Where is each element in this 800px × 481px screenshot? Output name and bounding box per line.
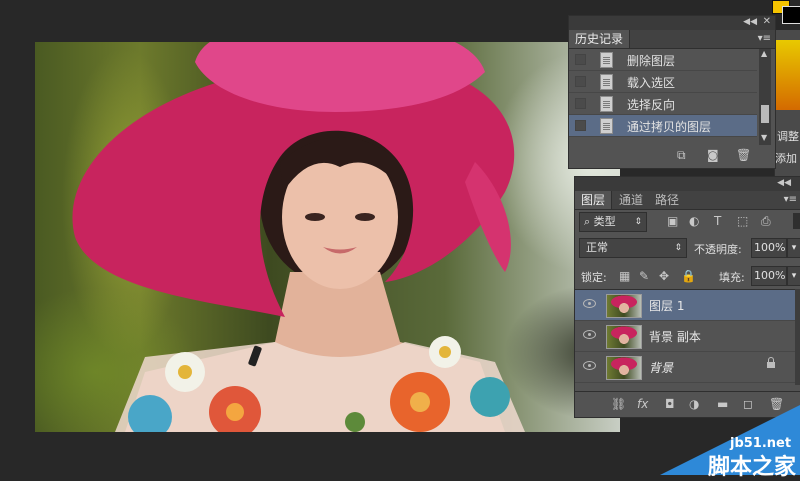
smart-object-filter-icon[interactable]: ⎙ <box>761 215 771 227</box>
document-icon <box>600 74 613 90</box>
tab-paths[interactable]: 路径 <box>649 191 685 209</box>
panel-menu-icon[interactable]: ▾≡ <box>784 194 797 205</box>
watermark-brand: 脚本之家 <box>708 455 797 480</box>
scroll-down-icon[interactable]: ▼ <box>761 133 767 142</box>
fill-value: 100% <box>754 269 786 282</box>
layer-name[interactable]: 背景 <box>649 359 673 376</box>
lock-all-icon[interactable]: 🔒 <box>681 270 696 282</box>
history-item-label: 选择反向 <box>627 98 676 112</box>
document-icon <box>600 52 613 68</box>
layer-filter-select[interactable]: ⌕ 类型 ⇕ <box>579 212 647 232</box>
layers-panel: ◀◀ 图层 通道 路径 ▾≡ ⌕ 类型 ⇕ ▣ ◐ T ⬚ ⎙ 正常 ⇕ 不透明… <box>574 176 800 418</box>
visibility-eye-icon[interactable] <box>583 330 596 339</box>
close-icon[interactable]: ✕ <box>763 16 771 27</box>
history-item-selected[interactable]: 通过拷贝的图层 <box>569 115 757 137</box>
photo-image <box>72 42 525 432</box>
layer-row[interactable]: 背景 <box>575 352 795 383</box>
adjustment-filter-icon[interactable]: ◐ <box>689 215 699 227</box>
layer-thumbnail <box>606 325 642 349</box>
scrollbar-thumb[interactable] <box>761 105 769 123</box>
fill-input[interactable]: 100% <box>751 266 787 286</box>
pixel-filter-icon[interactable]: ▣ <box>667 215 678 227</box>
history-item-label: 删除图层 <box>627 54 676 68</box>
layer-row[interactable]: 背景 副本 <box>575 321 795 352</box>
lock-image-pixels-icon[interactable]: ✎ <box>639 270 649 282</box>
search-icon: ⌕ <box>584 215 591 228</box>
visibility-eye-icon[interactable] <box>583 299 596 308</box>
background-color-swatch[interactable] <box>782 6 800 24</box>
lock-position-icon[interactable]: ✥ <box>659 270 669 282</box>
history-panel: ◀◀ ✕ 历史记录 ▾≡ 删除图层 载入选区 选择反向 通过拷贝的图层 ▲ ▼ … <box>568 15 776 169</box>
document-canvas[interactable] <box>35 42 620 432</box>
collapse-icon[interactable]: ◀◀ <box>743 17 757 27</box>
trash-icon[interactable]: 🗑 <box>736 149 751 161</box>
history-item-label: 通过拷贝的图层 <box>627 120 712 134</box>
blend-mode-select[interactable]: 正常 ⇕ <box>579 238 687 258</box>
tab-layers[interactable]: 图层 <box>575 191 613 209</box>
type-filter-icon[interactable]: T <box>714 215 721 227</box>
layer-name[interactable]: 背景 副本 <box>649 328 701 345</box>
shape-filter-icon[interactable]: ⬚ <box>737 215 748 227</box>
history-snapshot-checkbox[interactable] <box>575 120 586 131</box>
select-arrows-icon: ⇕ <box>634 217 642 227</box>
blend-mode-value: 正常 <box>586 241 608 254</box>
link-layers-icon[interactable]: ⛓ <box>611 398 626 410</box>
layers-scrollbar[interactable] <box>795 289 800 385</box>
opacity-input[interactable]: 100% <box>751 238 787 258</box>
layer-filter-label: 类型 <box>593 215 616 228</box>
history-item[interactable]: 载入选区 <box>569 71 757 93</box>
lock-transparency-icon[interactable]: ▦ <box>619 270 630 282</box>
panel-menu-icon[interactable]: ▾≡ <box>758 33 771 44</box>
collapse-icon[interactable]: ◀◀ <box>777 178 791 188</box>
fx-icon[interactable]: fx <box>637 398 648 410</box>
history-scrollbar[interactable]: ▲ ▼ <box>759 49 771 145</box>
history-snapshot-checkbox[interactable] <box>575 76 586 87</box>
history-panel-topbar: ◀◀ ✕ <box>569 16 775 30</box>
history-list: 删除图层 载入选区 选择反向 通过拷贝的图层 <box>569 49 757 145</box>
tab-history[interactable]: 历史记录 <box>569 30 631 48</box>
fill-label: 填充: <box>719 271 745 284</box>
scroll-up-icon[interactable]: ▲ <box>761 49 767 58</box>
opacity-slider-button[interactable]: ▾ <box>787 238 800 258</box>
document-icon <box>600 96 613 112</box>
layers-panel-topbar: ◀◀ <box>575 177 800 191</box>
layer-name[interactable]: 图层 1 <box>649 297 684 314</box>
history-item[interactable]: 选择反向 <box>569 93 757 115</box>
history-item-label: 载入选区 <box>627 76 676 90</box>
add-panel-label[interactable]: 添加 <box>775 150 797 166</box>
visibility-eye-icon[interactable] <box>583 361 596 370</box>
adjustments-gradient-preview <box>775 40 800 110</box>
tab-channels[interactable]: 通道 <box>613 191 649 209</box>
camera-icon[interactable]: ◙ <box>707 149 719 161</box>
layer-lock-icon <box>767 357 775 368</box>
opacity-label: 不透明度: <box>694 243 742 256</box>
select-arrows-icon: ⇕ <box>674 243 682 253</box>
history-item[interactable]: 删除图层 <box>569 49 757 71</box>
document-icon <box>600 118 613 134</box>
history-snapshot-checkbox[interactable] <box>575 98 586 109</box>
opacity-value: 100% <box>754 241 786 254</box>
filter-toggle[interactable] <box>793 213 800 229</box>
layer-row[interactable]: 图层 1 <box>575 290 795 321</box>
layer-thumbnail <box>606 294 642 318</box>
lock-label: 锁定: <box>581 271 607 284</box>
new-document-from-state-icon[interactable]: ⧉ <box>677 149 686 161</box>
history-tabrow: 历史记录 ▾≡ <box>569 30 775 49</box>
adjust-panel-label[interactable]: 调整 <box>777 128 799 144</box>
history-footer: ⧉ ◙ 🗑 <box>569 144 775 166</box>
adjustments-dock-strip: 调整 添加 <box>774 30 800 180</box>
layers-tabrow: 图层 通道 路径 ▾≡ <box>575 191 800 210</box>
layer-thumbnail <box>606 356 642 380</box>
layers-list: 图层 1 背景 副本 背景 <box>575 289 795 386</box>
fill-slider-button[interactable]: ▾ <box>787 266 800 286</box>
history-snapshot-checkbox[interactable] <box>575 54 586 65</box>
